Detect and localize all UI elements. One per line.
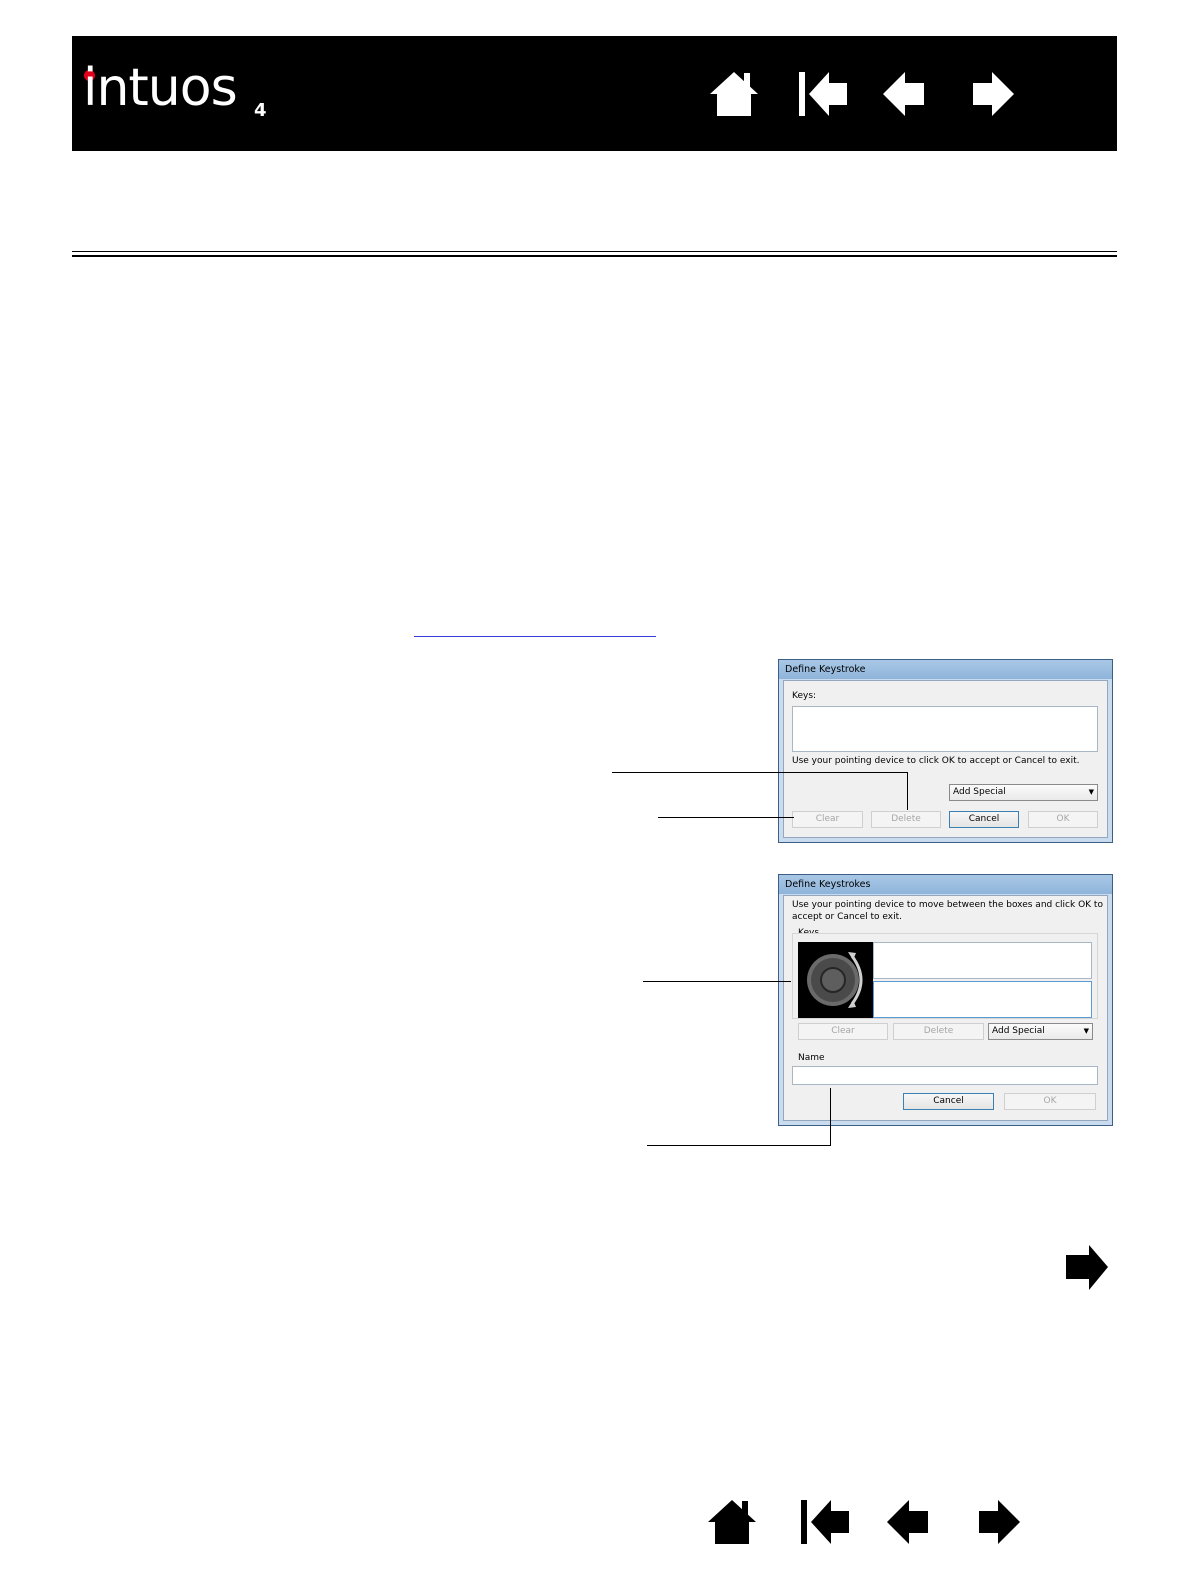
add-special-dropdown[interactable]: Add Special ▼: [988, 1023, 1093, 1040]
clear-button[interactable]: Clear: [792, 811, 863, 828]
instruction-text: Use your pointing device to click OK to …: [792, 756, 1080, 766]
add-special-label: Add Special: [953, 787, 1006, 797]
chevron-down-icon: ▼: [1083, 1027, 1089, 1035]
logo-superscript: 4: [254, 100, 267, 121]
callout-line-delete: [612, 772, 908, 773]
instruction-text-line2: accept or Cancel to exit.: [792, 912, 902, 922]
ok-button[interactable]: OK: [1028, 811, 1098, 828]
callout-line-name: [647, 1145, 831, 1146]
header-banner: intuos 4: [72, 36, 1117, 151]
delete-button[interactable]: Delete: [893, 1023, 984, 1040]
first-page-icon[interactable]: [797, 69, 849, 119]
ok-button[interactable]: OK: [1004, 1093, 1096, 1110]
dialog-client-area: Keys: Use your pointing device to click …: [783, 680, 1108, 838]
dialog-title: Define Keystroke: [779, 660, 1112, 679]
chevron-down-icon: ▼: [1088, 788, 1094, 796]
keys-field[interactable]: [792, 706, 1098, 752]
home-icon[interactable]: [706, 1497, 758, 1547]
delete-button[interactable]: Delete: [871, 811, 941, 828]
cancel-button[interactable]: Cancel: [903, 1093, 994, 1110]
callout-line-name-vertical: [830, 1088, 831, 1146]
add-special-label: Add Special: [992, 1026, 1045, 1036]
previous-page-icon[interactable]: [884, 1497, 936, 1547]
callout-line-clear: [658, 817, 794, 818]
instruction-text-line1: Use your pointing device to move between…: [792, 900, 1103, 910]
name-label: Name: [798, 1053, 825, 1063]
clear-button[interactable]: Clear: [798, 1023, 888, 1040]
callout-line-keys: [643, 981, 791, 982]
keys-label: Keys:: [792, 691, 817, 701]
next-page-icon[interactable]: [971, 1497, 1023, 1547]
keystroke-field-top[interactable]: [873, 942, 1092, 979]
first-page-icon[interactable]: [799, 1497, 851, 1547]
previous-page-icon[interactable]: [880, 69, 932, 119]
home-icon[interactable]: [708, 69, 760, 119]
dialog-title: Define Keystrokes: [779, 875, 1112, 894]
callout-line-delete-vertical: [907, 772, 908, 810]
header-rule: [72, 251, 1117, 252]
next-page-icon[interactable]: [965, 69, 1017, 119]
add-special-dropdown[interactable]: Add Special ▼: [949, 784, 1098, 801]
continue-arrow-icon[interactable]: [1063, 1244, 1109, 1291]
keystroke-field-bottom[interactable]: [873, 981, 1092, 1018]
intuos-logo: intuos: [83, 58, 238, 118]
hyperlink-underline[interactable]: [414, 636, 656, 637]
touch-ring-image: [798, 942, 873, 1018]
dialog-client-area: Use your pointing device to move between…: [783, 895, 1108, 1121]
define-keystroke-dialog: Define Keystroke Keys: Use your pointing…: [778, 659, 1113, 843]
cancel-button[interactable]: Cancel: [949, 811, 1019, 828]
touch-ring-icon: [807, 952, 863, 1008]
name-field[interactable]: [792, 1066, 1098, 1085]
define-keystrokes-dialog: Define Keystrokes Use your pointing devi…: [778, 874, 1113, 1126]
header-rule-thick: [72, 255, 1117, 257]
